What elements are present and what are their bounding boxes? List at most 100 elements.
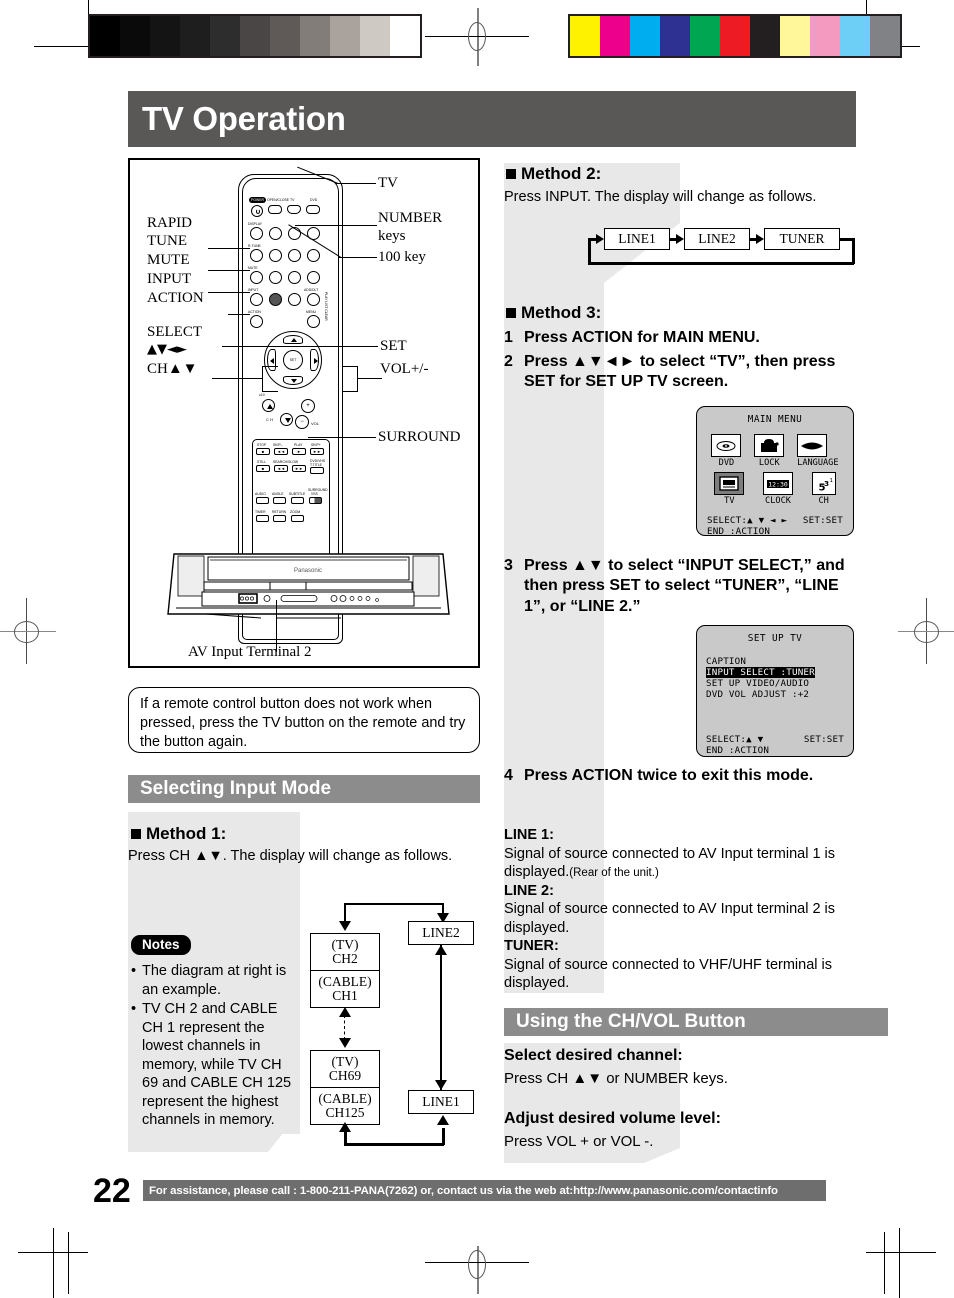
method2-bullet-icon (506, 169, 516, 179)
open-close-label: OPEN/CLOSE (267, 198, 290, 202)
flow-box-line2: LINE2 (408, 921, 474, 945)
flow-box-cable-ch125-line2: CH125 (325, 1105, 365, 1120)
ch-vol-adjust-body: Press VOL + or VOL -. (504, 1133, 654, 1150)
number-key-4[interactable] (269, 249, 282, 262)
number-key-6[interactable] (307, 249, 320, 262)
osd-item-dvd-label: DVD (718, 458, 735, 468)
osd-item-tv-label: TV (724, 496, 735, 506)
colorbar-swatch (180, 16, 210, 56)
vol-down-button[interactable]: − (295, 415, 309, 429)
number-key-8[interactable] (288, 271, 301, 284)
method3-step1-number: 1 (504, 329, 513, 346)
dvd-skip-fwd-button[interactable]: ►► (310, 448, 324, 455)
zoom-button[interactable] (291, 515, 304, 522)
svg-text:3: 3 (824, 478, 829, 487)
number-key-5[interactable] (288, 249, 301, 262)
language-icon (797, 434, 828, 457)
dvd-button[interactable] (306, 205, 320, 214)
dvd-search-fwd-button[interactable]: ►► (292, 465, 306, 472)
method3-step2: 2 Press ▲▼◄► to select “TV”, then press … (504, 352, 854, 393)
add-dlt-button[interactable] (307, 293, 320, 306)
dvd-subtitle-button[interactable] (291, 497, 304, 504)
setup-tv-row-video-audio-text: SET UP VIDEO/AUDIO (706, 678, 810, 689)
channel-icon: 531 (811, 472, 836, 495)
set-button[interactable]: SET (283, 350, 303, 370)
dvd-play-button[interactable]: ► (292, 448, 306, 455)
osd-item-tv[interactable]: TV (714, 472, 745, 506)
callout-surround: SURROUND (378, 429, 461, 445)
osd-item-clock[interactable]: 12:30 CLOCK (762, 472, 793, 506)
colorbar-swatch (390, 16, 420, 56)
osd-item-dvd[interactable]: DVD (711, 434, 742, 468)
clock-icon: 12:30 (762, 472, 793, 495)
tv-button[interactable] (287, 205, 301, 214)
dpad-left[interactable] (267, 349, 276, 371)
dvd-still-button[interactable]: ■ (256, 465, 270, 472)
svg-text:Panasonic: Panasonic (294, 568, 322, 574)
dvd-title-button[interactable] (310, 467, 324, 474)
setup-tv-row-video-audio[interactable]: SET UP VIDEO/AUDIO (706, 678, 853, 689)
notes-item-0: • The diagram at right is an example. (131, 962, 297, 999)
menu-button[interactable] (307, 315, 320, 328)
number-key-0[interactable] (288, 293, 301, 306)
ch-up-button[interactable] (262, 399, 275, 412)
hundred-key[interactable] (269, 293, 282, 306)
display-button[interactable] (250, 227, 263, 240)
osd-item-language-label: LANGUAGE (797, 458, 839, 468)
colorbar-swatch (810, 16, 840, 56)
method3-step3-text: Press ▲▼ to select “INPUT SELECT,” and t… (524, 557, 845, 615)
dpad-right[interactable] (310, 349, 319, 371)
dvd-angle-button[interactable] (273, 497, 286, 504)
number-key-7[interactable] (269, 271, 282, 284)
surround-vss-button[interactable] (309, 497, 322, 504)
colorbar-swatch (840, 16, 870, 56)
dpad-down[interactable] (283, 376, 303, 385)
timer-button[interactable] (256, 515, 269, 522)
ch-down-button[interactable] (280, 413, 293, 426)
ch-vol-section-header: Using the CH/VOL Button (504, 1008, 888, 1036)
method1-label-row: Method 1: (131, 823, 226, 845)
page-title: TV Operation (142, 100, 346, 137)
method2-box-line2-label: LINE2 (698, 230, 736, 246)
colorbar-swatch (870, 16, 900, 56)
main-menu-osd-title: MAIN MENU (747, 414, 803, 425)
open-close-button[interactable] (268, 205, 282, 214)
callout-tv: TV (378, 175, 398, 191)
setup-tv-row-dvd-vol[interactable]: DVD VOL ADJUST :+2 (706, 689, 853, 700)
dvd-skip-back-button[interactable]: ◄◄ (274, 448, 288, 455)
flow-box-cable-ch1: (CABLE) CH1 (310, 970, 380, 1008)
setup-tv-row-input-select[interactable]: INPUT SELECT :TUNER (706, 667, 853, 678)
mute-button[interactable] (250, 271, 263, 284)
flow-box-tv-ch69: (TV) CH69 (310, 1050, 380, 1088)
definition-line1-desc: Signal of source connected to AV Input t… (504, 845, 854, 882)
osd-item-ch[interactable]: 531 CH (811, 472, 836, 506)
dvd-stop-button[interactable]: ■ (256, 448, 270, 455)
method2-box-tuner: TUNER (764, 228, 840, 250)
dpad-up[interactable] (283, 335, 303, 344)
callout-av-input: AV Input Terminal 2 (188, 644, 312, 660)
input-button[interactable] (250, 293, 263, 306)
callout-ch: CH▲▼ (147, 361, 198, 377)
number-key-1[interactable] (269, 227, 282, 240)
power-label: POWER (249, 197, 266, 203)
dvd-audio-button[interactable] (256, 497, 269, 504)
method3-step3-number: 3 (504, 557, 513, 574)
power-button[interactable] (251, 205, 263, 217)
osd-item-language[interactable]: LANGUAGE (797, 434, 839, 468)
action-button[interactable] (250, 315, 263, 328)
setup-tv-osd-set: SET:SET (803, 734, 844, 745)
playlist-clear-label: PLAY LIST CLEAR (324, 292, 328, 321)
colorbar-swatch (720, 16, 750, 56)
return-button[interactable] (273, 515, 286, 522)
add-dlt-label: ADD/DLT (304, 288, 319, 292)
colorbar-swatch (300, 16, 330, 56)
dvd-search-back-button[interactable]: ◄◄ (274, 465, 288, 472)
definition-line2-term: LINE 2: (504, 882, 554, 899)
setup-tv-row-caption[interactable]: CAPTION (706, 656, 853, 667)
vol-up-button[interactable]: + (301, 399, 315, 413)
rapid-tune-button[interactable] (250, 249, 263, 262)
osd-item-lock[interactable]: LOCK (754, 434, 785, 468)
number-key-9[interactable] (307, 271, 320, 284)
callout-number-keys-2: keys (378, 228, 406, 244)
method3-step2-text: Press ▲▼◄► to select “TV”, then press SE… (524, 353, 836, 391)
